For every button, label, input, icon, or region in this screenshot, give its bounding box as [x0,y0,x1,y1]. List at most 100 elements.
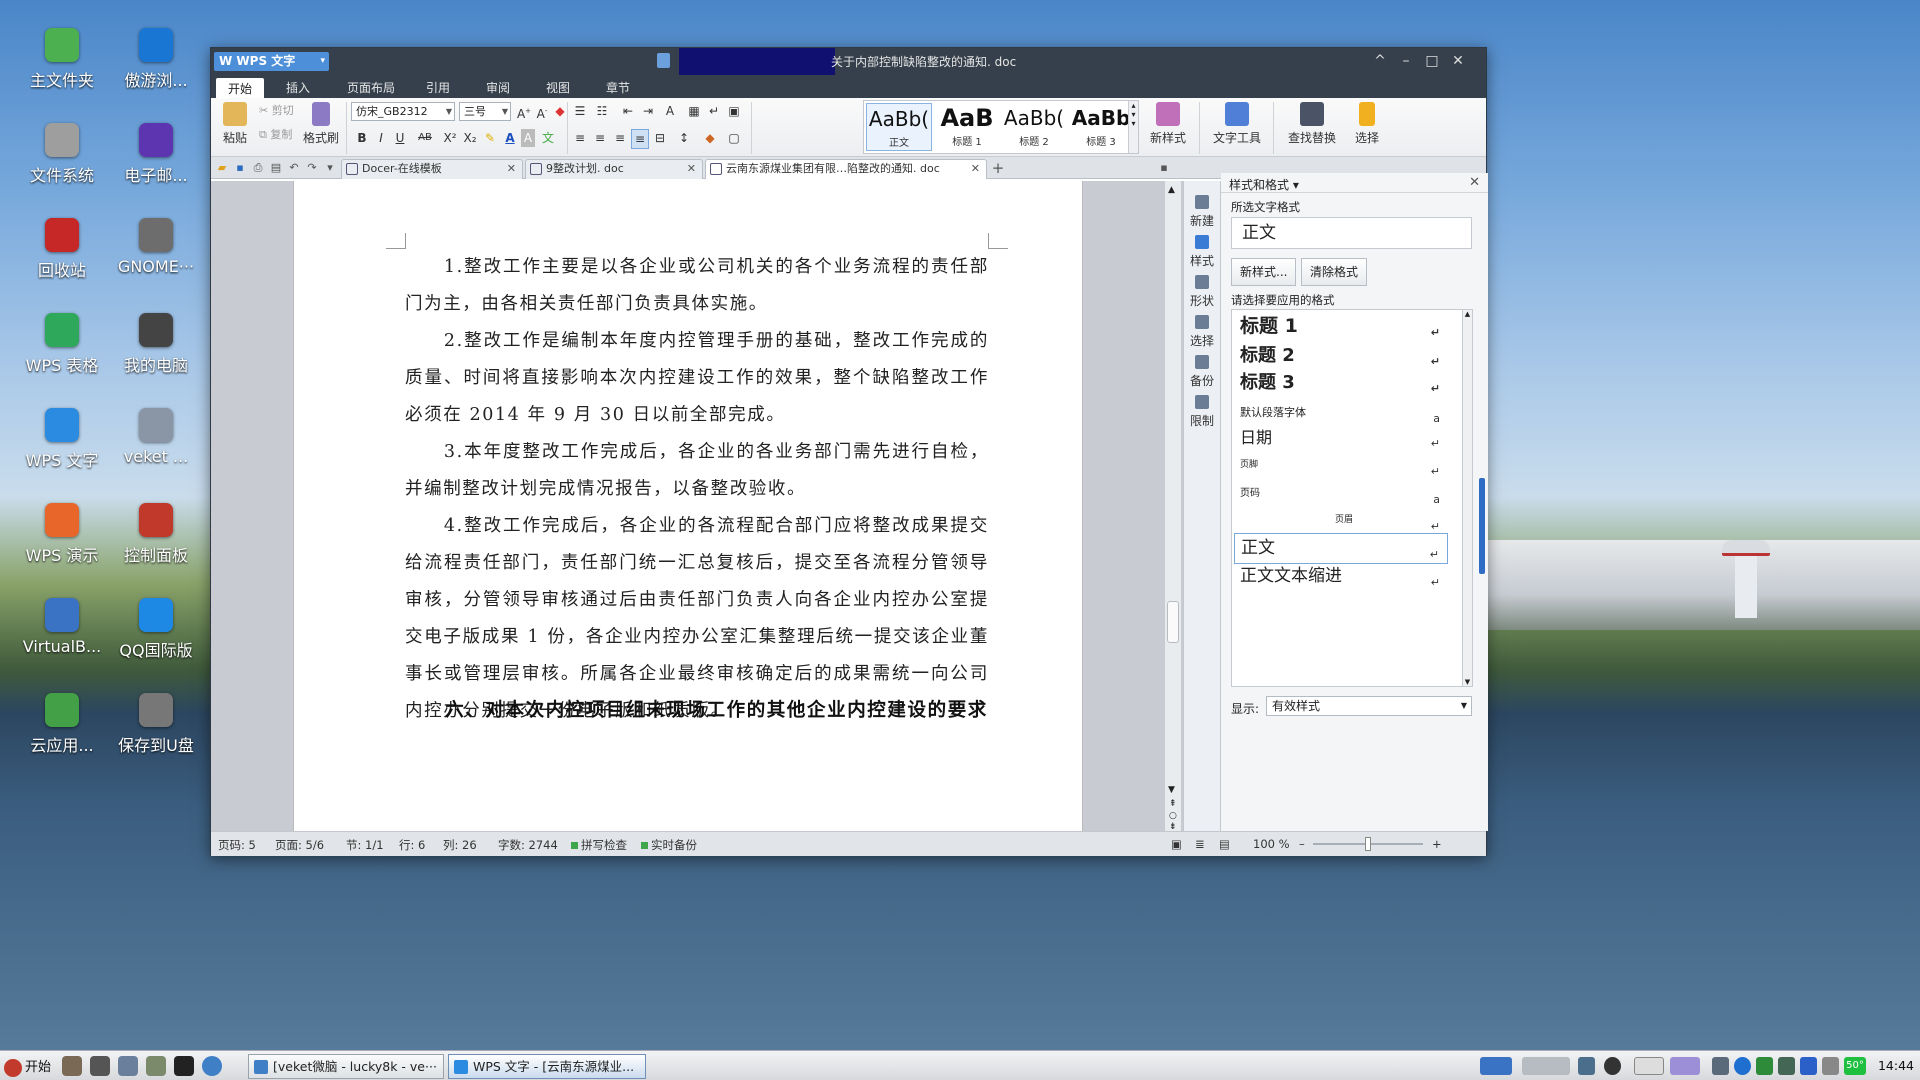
cut-button[interactable]: ✂ 剪切 [259,102,294,118]
format-painter-button[interactable]: 格式刷 [301,100,341,146]
spell-check-toggle[interactable]: 拼写检查 [571,837,627,853]
align-left-icon[interactable]: ≡ [571,129,589,147]
bold-button[interactable]: B [353,129,371,147]
start-button[interactable]: 开始 [4,1056,51,1077]
file-manager-icon[interactable] [146,1056,166,1076]
menu-view[interactable]: 视图 [538,78,578,97]
workspace-pager-icon[interactable] [1480,1057,1512,1075]
network-icon[interactable] [1578,1057,1595,1075]
workspace-pager-icon[interactable] [1522,1057,1570,1075]
menu-references[interactable]: 引用 [418,78,458,97]
menu-insert[interactable]: 插入 [278,78,318,97]
document-scrollbar[interactable]: ▲ ▼ ⇞ ○ ⇟ [1164,181,1181,832]
selected-format-box[interactable]: 正文 [1231,217,1472,249]
tab-rectification-plan[interactable]: 9整改计划. doc ✕ [525,159,703,179]
superscript-button[interactable]: X² [441,129,459,147]
minimize-button[interactable]: – [1393,51,1419,71]
menu-chapter[interactable]: 章节 [598,78,638,97]
zoom-slider-thumb[interactable] [1365,837,1371,851]
style-item-heading3[interactable]: 标题 3 ↵ [1234,368,1448,399]
app-menu-button[interactable]: W WPS 文字 ▾ [214,52,329,71]
style-item-normal[interactable]: 正文 ↵ [1234,533,1448,564]
quick-access-more-icon[interactable]: ▾ [323,161,337,175]
copy-button[interactable]: ⧉ 复制 [259,126,292,142]
close-button[interactable]: ✕ [1445,51,1471,71]
scroll-down-icon[interactable]: ▼ [1463,678,1472,686]
style-item-footer[interactable]: 页脚 ↵ [1234,451,1448,482]
style-list-scrollbar[interactable]: ▲ ▼ [1463,309,1473,687]
decrease-indent-icon[interactable]: ⇤ [619,102,637,120]
document-page[interactable]: 1.整改工作主要是以各企业或公司机关的各个业务流程的责任部门为主，由各相关责任部… [293,181,1083,831]
menu-home[interactable]: 开始 [216,78,265,98]
bluetooth-icon[interactable] [1800,1057,1817,1075]
select-button[interactable]: 选择 [1347,100,1387,146]
line-spacing-icon[interactable]: ↕ [675,129,693,147]
numbering-icon[interactable]: ☷ [593,102,611,120]
menu-review[interactable]: 审阅 [478,78,518,97]
paragraph-1[interactable]: 1.整改工作主要是以各企业或公司机关的各个业务流程的责任部门为主，由各相关责任部… [405,249,989,323]
align-center-icon[interactable]: ≡ [591,129,609,147]
text-tools-button[interactable]: 文字工具 [1207,100,1267,146]
desktop-icon-wps-spreadsheet[interactable]: WPS 表格 [14,313,110,376]
wireless-icon[interactable] [1778,1057,1795,1075]
style-heading-1[interactable]: AaB 标题 1 [934,103,1000,151]
browser-icon[interactable] [202,1056,222,1076]
desktop-icon-folder[interactable]: 主文件夹 [14,28,110,91]
zoom-in-icon[interactable]: + [1432,837,1442,851]
desktop-icon-computer[interactable]: 我的电脑 [108,313,204,376]
side-new-button[interactable]: 新建 [1184,195,1220,229]
desktop-icon-harddisk[interactable]: 文件系统 [14,123,110,186]
find-replace-button[interactable]: 查找替换 [1279,100,1345,146]
save-icon[interactable]: ▪ [233,161,247,175]
style-item-body-indent[interactable]: 正文文本缩进 ↵ [1234,562,1448,593]
desktop-icon-email[interactable]: 电子邮... [108,123,204,186]
style-heading-2[interactable]: AaBb(标题 2 [1001,103,1067,151]
scroll-up-icon[interactable]: ▲ [1168,185,1175,195]
strikethrough-button[interactable]: AB [413,129,437,147]
print-icon[interactable]: ⎙ [251,161,265,175]
collapse-ribbon-button[interactable]: ^ [1367,51,1393,71]
section-heading[interactable]: 六、对本次内控项目组未现场工作的其他企业内控建设的要求 [405,692,989,729]
gear-icon[interactable] [118,1056,138,1076]
borders-icon[interactable]: ▢ [725,129,743,147]
terminal-icon[interactable] [174,1056,194,1076]
char-shading-icon[interactable]: A [521,129,535,147]
undo-icon[interactable]: ↶ [287,161,301,175]
new-style-pane-button[interactable]: 新样式... [1231,258,1297,286]
show-filter-select[interactable]: 有效样式 ▼ [1266,696,1472,716]
underline-button[interactable]: U [391,129,409,147]
scrollbar-thumb[interactable] [1167,601,1179,643]
desktop-icon-virtualbox[interactable]: VirtualB... [14,598,110,656]
desktop-icon-cloud-app[interactable]: 云应用... [14,693,110,756]
desktop-icon-qq[interactable]: QQ国际版 [108,598,204,661]
print-preview-icon[interactable]: ▤ [269,161,283,175]
desktop-icon-trash[interactable]: 回收站 [14,218,110,281]
window-resize-handle[interactable] [1479,478,1485,574]
side-styles-button[interactable]: 样式 [1184,235,1220,269]
menu-page-layout[interactable]: 页面布局 [339,78,403,97]
tab-current-document[interactable]: 云南东源煤业集团有限…陷整改的通知. doc ✕ [705,159,987,179]
side-select-button[interactable]: 选择 [1184,315,1220,349]
distributed-icon[interactable]: ⊟ [651,129,669,147]
font-name-select[interactable]: 仿宋_GB2312 ▼ [351,102,455,121]
style-item-date[interactable]: 日期 ↵ [1234,423,1448,454]
desktop-icon-wps-presentation[interactable]: WPS 演示 [14,503,110,566]
tab-close-icon[interactable]: ✕ [507,160,516,178]
browse-object-icon[interactable]: ○ [1169,811,1177,821]
tab-close-icon[interactable]: ✕ [687,160,696,178]
eyes-icon[interactable] [90,1056,110,1076]
side-shapes-button[interactable]: 形状 [1184,275,1220,309]
realtime-backup-toggle[interactable]: 实时备份 [641,837,697,853]
shrink-font-button[interactable]: A- [533,102,551,123]
desktop-icon-control-panel[interactable]: 控制面板 [108,503,204,566]
increase-indent-icon[interactable]: ⇥ [639,102,657,120]
styles-pane-header[interactable]: 样式和格式 ▾ ✕ [1221,173,1488,193]
new-tab-icon[interactable]: + [991,161,1005,176]
outline-view-icon[interactable]: ≣ [1195,837,1205,851]
grow-font-button[interactable]: A+ [515,102,533,123]
gallery-scroll[interactable]: ▴ ▾ ▾ [1128,101,1138,153]
tab-list-icon[interactable]: ▪ [1157,161,1171,175]
disk-icon[interactable] [1756,1057,1773,1075]
paragraph-2[interactable]: 2.整改工作是编制本年度内控管理手册的基础，整改工作完成的质量、时间将直接影响本… [405,323,989,434]
zoom-out-icon[interactable]: – [1299,837,1305,851]
